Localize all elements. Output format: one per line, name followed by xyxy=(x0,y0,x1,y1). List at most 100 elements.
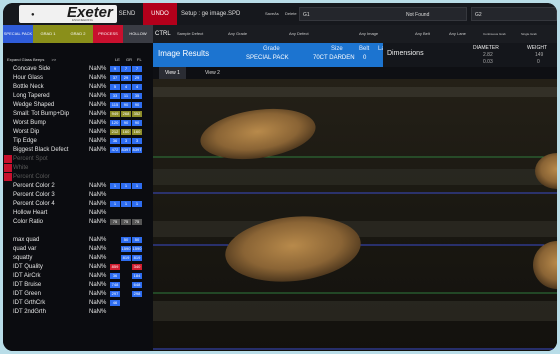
param-row[interactable]: Percent Color 3 NaN% xyxy=(3,191,153,199)
param-value-cell[interactable]: 297 xyxy=(110,291,120,297)
param-row[interactable]: IDT GrthCrk NaN% 46 xyxy=(3,299,153,307)
any-belt-toggle[interactable]: Any Belt xyxy=(415,25,430,43)
param-value-cell[interactable]: 90 xyxy=(121,120,131,126)
param-row[interactable]: Color Ratio NaN% 75 75 75 xyxy=(3,218,153,226)
mode-tab-4[interactable]: PROCESS xyxy=(93,25,123,43)
single-grab-toggle[interactable]: Single Grab xyxy=(521,25,537,43)
param-value-cell[interactable] xyxy=(121,300,131,306)
param-value-cell[interactable] xyxy=(121,264,131,270)
undo-button[interactable]: UNDO xyxy=(143,3,177,25)
param-value-cell[interactable] xyxy=(121,282,131,288)
param-value-cell[interactable]: 90 xyxy=(132,102,142,108)
param-value-cell[interactable]: 4 xyxy=(121,84,131,90)
param-value-cell[interactable]: 75 xyxy=(132,219,142,225)
param-row[interactable]: IDT Green NaN% 297 298 xyxy=(3,290,153,298)
param-value-cell[interactable]: 859 xyxy=(110,264,120,270)
mode-tab-3[interactable]: GRAD 2 xyxy=(63,25,93,43)
param-row[interactable]: max quad NaN% 50 50 xyxy=(3,236,153,244)
param-value-cell[interactable]: 4 xyxy=(132,84,142,90)
param-value-cell[interactable]: 11 xyxy=(121,93,131,99)
param-value-cell[interactable]: 819 xyxy=(121,255,131,261)
param-value-cell[interactable]: 50 xyxy=(132,237,142,243)
send-button[interactable]: SEND xyxy=(107,3,147,25)
param-value-cell[interactable]: 352 xyxy=(132,111,142,117)
param-row[interactable]: Worst Bump NaN% 120 90 90 xyxy=(3,119,153,127)
g2-field[interactable]: G2 xyxy=(471,7,557,21)
param-value-cell[interactable] xyxy=(110,255,120,261)
param-row[interactable]: White xyxy=(3,164,153,172)
param-value-cell[interactable] xyxy=(121,291,131,297)
any-image-toggle[interactable]: Any Image xyxy=(359,25,378,43)
param-row[interactable]: Hour Glass NaN% 37 29 29 xyxy=(3,74,153,82)
logo-box[interactable]: ● Exeter ENGINEERING xyxy=(19,4,117,23)
param-row[interactable]: IDT AirCrk NaN% 36 184 xyxy=(3,272,153,280)
param-value-cell[interactable] xyxy=(110,237,120,243)
mode-tab-5[interactable]: HOLLOW xyxy=(123,25,153,43)
any-grade-toggle[interactable]: Any Grade xyxy=(228,25,247,43)
continuous-grab-toggle[interactable]: Continuous Grab xyxy=(483,25,506,43)
param-value-cell[interactable]: 8397 xyxy=(121,147,131,153)
param-value-cell[interactable]: 37 xyxy=(110,75,120,81)
param-value-cell[interactable]: 1 xyxy=(132,183,142,189)
param-value-cell[interactable]: 1 xyxy=(132,201,142,207)
tab-view-1[interactable]: View 1 xyxy=(159,67,186,79)
tab-view-2[interactable]: View 2 xyxy=(199,67,226,79)
camera-image[interactable] xyxy=(153,79,557,351)
param-value-cell[interactable]: 90 xyxy=(121,102,131,108)
param-value-cell[interactable]: 46 xyxy=(110,300,120,306)
param-value-cell[interactable] xyxy=(121,273,131,279)
param-value-cell[interactable]: 748 xyxy=(110,282,120,288)
mode-tab-2[interactable]: GRAD 1 xyxy=(33,25,63,43)
param-value-cell[interactable]: 1590 xyxy=(132,246,142,252)
param-row[interactable]: IDT 2ndGrth NaN% xyxy=(3,308,153,316)
param-row[interactable]: Long Tapered NaN% 33 11 35 xyxy=(3,92,153,100)
param-value-cell[interactable]: 340 xyxy=(132,264,142,270)
param-value-cell[interactable]: 5 xyxy=(110,84,120,90)
param-value-cell[interactable]: 160 xyxy=(132,129,142,135)
param-value-cell[interactable]: 212 xyxy=(110,129,120,135)
param-value-cell[interactable]: 75 xyxy=(121,219,131,225)
param-value-cell[interactable]: 35 xyxy=(132,93,142,99)
param-row[interactable]: Bottle Neck NaN% 5 4 4 xyxy=(3,83,153,91)
param-value-cell[interactable]: 90 xyxy=(132,120,142,126)
param-value-cell[interactable]: 7 xyxy=(121,66,131,72)
param-row[interactable]: squatty NaN% 819 819 xyxy=(3,254,153,262)
param-value-cell[interactable]: 33 xyxy=(110,93,120,99)
param-value-cell[interactable]: 1 xyxy=(121,183,131,189)
param-row[interactable]: Percent Spot xyxy=(3,155,153,163)
param-value-cell[interactable]: 1590 xyxy=(121,246,131,252)
any-defect-toggle[interactable]: Any Defect xyxy=(289,25,309,43)
param-row[interactable]: Tip Edge NaN% 36 3 3 xyxy=(3,137,153,145)
param-value-cell[interactable]: 949 xyxy=(110,111,120,117)
param-row[interactable]: Percent Color 2 NaN% 1 1 1 xyxy=(3,182,153,190)
param-row[interactable]: Small: Tot Bump+Dip NaN% 949 268 352 xyxy=(3,110,153,118)
param-value-cell[interactable]: 8397 xyxy=(132,147,142,153)
param-value-cell[interactable]: 29 xyxy=(132,75,142,81)
param-row[interactable]: IDT Bruise NaN% 748 648 xyxy=(3,281,153,289)
param-value-cell[interactable]: 36 xyxy=(110,273,120,279)
param-row[interactable]: Worst Dip NaN% 212 160 160 xyxy=(3,128,153,136)
param-value-cell[interactable]: 648 xyxy=(132,282,142,288)
param-value-cell[interactable]: 9 xyxy=(110,66,120,72)
mode-tab-1[interactable]: SPECIAL PACK xyxy=(3,25,33,43)
param-value-cell[interactable]: 29 xyxy=(121,75,131,81)
param-row[interactable]: Wedge Shaped NaN% 115 90 90 xyxy=(3,101,153,109)
delete-button[interactable]: Delete xyxy=(285,3,297,25)
param-value-cell[interactable] xyxy=(132,300,142,306)
param-row[interactable]: Biggest Black Defect NaN% 472 8397 8397 xyxy=(3,146,153,154)
param-row[interactable]: Hollow Heart NaN% xyxy=(3,209,153,217)
param-value-cell[interactable]: 7 xyxy=(132,66,142,72)
any-lane-toggle[interactable]: Any Lane xyxy=(449,25,466,43)
param-row[interactable]: IDT Quality NaN% 859 340 xyxy=(3,263,153,271)
param-row[interactable]: Percent Color xyxy=(3,173,153,181)
param-value-cell[interactable]: 50 xyxy=(121,237,131,243)
param-value-cell[interactable]: 472 xyxy=(110,147,120,153)
param-value-cell[interactable]: 1 xyxy=(110,201,120,207)
param-value-cell[interactable]: 819 xyxy=(132,255,142,261)
param-value-cell[interactable]: 115 xyxy=(110,102,120,108)
g1-field[interactable]: G1 Not Found xyxy=(299,7,467,21)
save-as-button[interactable]: SaveAs xyxy=(265,3,279,25)
param-row[interactable]: Percent Color 4 NaN% 1 1 1 xyxy=(3,200,153,208)
sample-defect-toggle[interactable]: Sample Defect xyxy=(177,25,203,43)
param-value-cell[interactable]: 268 xyxy=(121,111,131,117)
